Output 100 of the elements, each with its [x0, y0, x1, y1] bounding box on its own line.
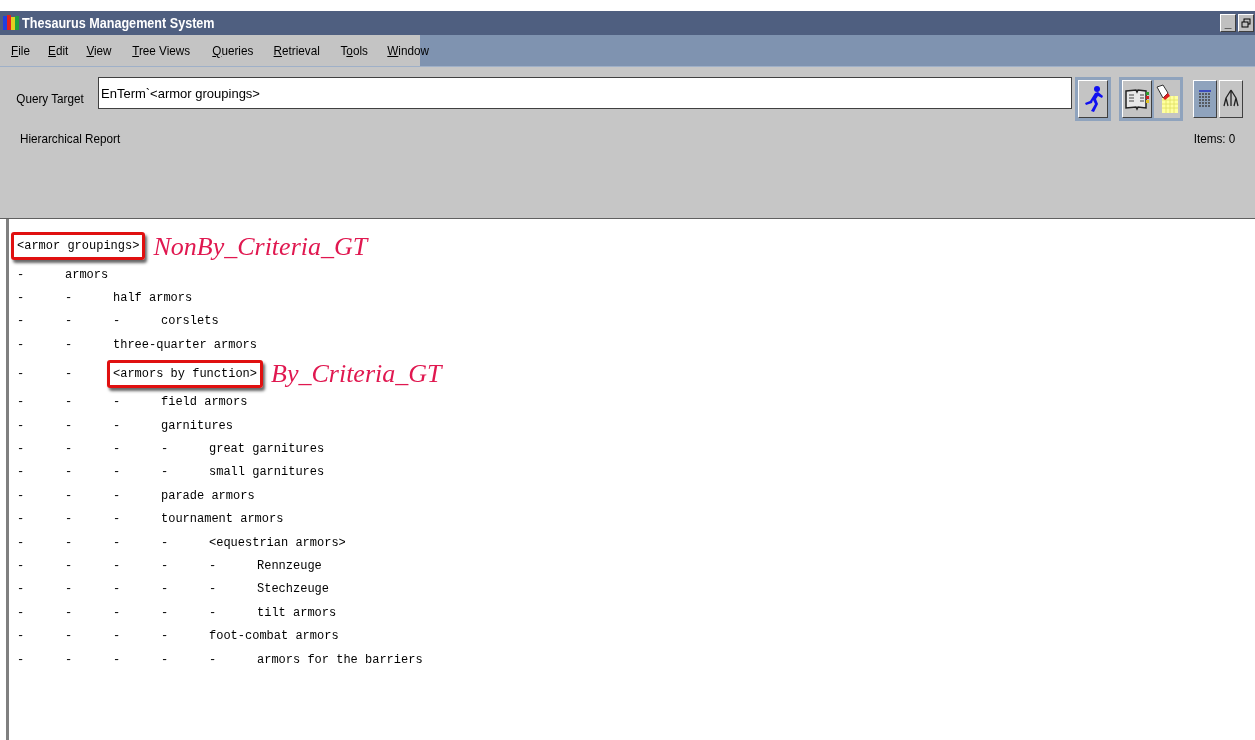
- highlighted-term: <armor groupings>: [11, 232, 146, 260]
- indent-dash: -: [113, 628, 122, 646]
- indent-dash: -: [17, 511, 26, 529]
- indent-dash: -: [17, 651, 26, 669]
- indent-dash: -: [17, 464, 26, 482]
- indent-dash: -: [209, 651, 218, 669]
- indent-dash: -: [65, 651, 74, 669]
- term-label: three-quarter armors: [113, 336, 258, 354]
- indent-dash: -: [161, 441, 170, 459]
- indent-dash: -: [17, 417, 26, 435]
- list-grid-icon: [1197, 89, 1213, 109]
- menu-item[interactable]: Window: [387, 40, 429, 61]
- indent-dash: -: [17, 290, 26, 308]
- indent-dash: -: [161, 651, 170, 669]
- highlight-button[interactable]: [1154, 80, 1180, 118]
- indent-dash: -: [65, 417, 74, 435]
- indent-dash: -: [17, 365, 26, 383]
- indent-dash: -: [65, 365, 74, 383]
- annotation-label: By_Criteria_GT: [271, 358, 442, 391]
- indent-dash: -: [161, 464, 170, 482]
- menu-item[interactable]: Retrieval: [273, 40, 320, 61]
- term-label: garnitures: [161, 417, 233, 435]
- indent-dash: -: [17, 313, 26, 331]
- indent-dash: -: [113, 313, 122, 331]
- indent-dash: -: [113, 394, 122, 412]
- term-label: field armors: [161, 394, 248, 412]
- restore-icon: [1241, 18, 1251, 28]
- menu-item[interactable]: Queries: [211, 40, 253, 61]
- run-query-button[interactable]: [1078, 80, 1108, 118]
- term-label: Rennzeuge: [257, 558, 322, 575]
- indent-dash: -: [113, 534, 122, 552]
- indent-dash: -: [113, 581, 122, 599]
- thesaurus-button[interactable]: [1122, 80, 1152, 118]
- indent-dash: -: [113, 558, 122, 575]
- indent-dash: -: [209, 581, 218, 599]
- term-label: small garnitures: [209, 464, 325, 482]
- window-title: Thesaurus Management System: [22, 13, 215, 33]
- indent-dash: -: [17, 441, 26, 459]
- indent-dash: -: [113, 417, 122, 435]
- indent-dash: -: [113, 441, 122, 459]
- app-logo-icon: [2, 14, 20, 32]
- indent-dash: -: [17, 581, 26, 599]
- indent-dash: -: [17, 604, 26, 622]
- indent-dash: -: [17, 394, 26, 412]
- restore-button[interactable]: [1238, 14, 1254, 32]
- indent-dash: -: [161, 604, 170, 622]
- items-count: Items: 0: [1193, 130, 1235, 148]
- term-label: foot-combat armors: [209, 628, 339, 646]
- menu-item[interactable]: Tools: [340, 40, 368, 61]
- field-label: Query Target: [16, 90, 85, 109]
- list-view-button[interactable]: [1193, 80, 1217, 118]
- indent-dash: -: [113, 604, 122, 622]
- indent-dash: -: [113, 487, 122, 505]
- term-label: great garnitures: [209, 441, 325, 459]
- term-label: Stechzeuge: [257, 581, 329, 599]
- menu-item[interactable]: Tree Views: [132, 40, 191, 61]
- indent-dash: -: [161, 581, 170, 599]
- indent-dash: -: [65, 336, 74, 354]
- indent-dash: -: [65, 441, 74, 459]
- indent-dash: -: [17, 628, 26, 646]
- menu-item[interactable]: File: [11, 40, 30, 61]
- term-label: tilt armors: [257, 604, 337, 622]
- indent-dash: -: [65, 534, 74, 552]
- term-label: half armors: [113, 290, 193, 308]
- indent-dash: -: [17, 558, 26, 575]
- indent-dash: -: [17, 534, 26, 552]
- indent-dash: -: [17, 336, 26, 354]
- indent-dash: -: [65, 581, 74, 599]
- menu-item[interactable]: Edit: [48, 40, 69, 61]
- indent-dash: -: [65, 628, 74, 646]
- indent-dash: -: [65, 313, 74, 331]
- indent-dash: -: [65, 290, 74, 308]
- running-figure-icon: [1082, 85, 1104, 113]
- indent-dash: -: [65, 464, 74, 482]
- term-label: armors for the barriers: [257, 651, 423, 669]
- indent-dash: -: [113, 464, 122, 482]
- report-title: Hierarchical Report: [20, 130, 121, 148]
- term-label: corslets: [161, 313, 219, 331]
- indent-dash: -: [113, 651, 122, 669]
- indent-dash: -: [65, 604, 74, 622]
- indent-dash: -: [17, 487, 26, 505]
- term-label: parade armors: [161, 487, 255, 505]
- term-label: tournament armors: [161, 511, 284, 529]
- indent-dash: -: [209, 558, 218, 575]
- highlighted-term: <armors by function>: [107, 359, 264, 388]
- query-target-field[interactable]: EnTerm`<armor groupings>: [98, 77, 1072, 109]
- indent-dash: -: [65, 511, 74, 529]
- indent-dash: -: [161, 558, 170, 575]
- minimize-button[interactable]: _: [1220, 14, 1236, 32]
- book-icon: [1124, 87, 1150, 111]
- indent-dash: -: [65, 394, 74, 412]
- tree-view-button[interactable]: [1219, 80, 1243, 118]
- indent-dash: -: [113, 511, 122, 529]
- term-label: <equestrian armors>: [209, 534, 346, 552]
- indent-dash: -: [65, 558, 74, 575]
- term-label: armors: [65, 266, 109, 284]
- indent-dash: -: [65, 487, 74, 505]
- menu-item[interactable]: View: [86, 40, 112, 61]
- indent-dash: -: [209, 604, 218, 622]
- indent-dash: -: [161, 534, 170, 552]
